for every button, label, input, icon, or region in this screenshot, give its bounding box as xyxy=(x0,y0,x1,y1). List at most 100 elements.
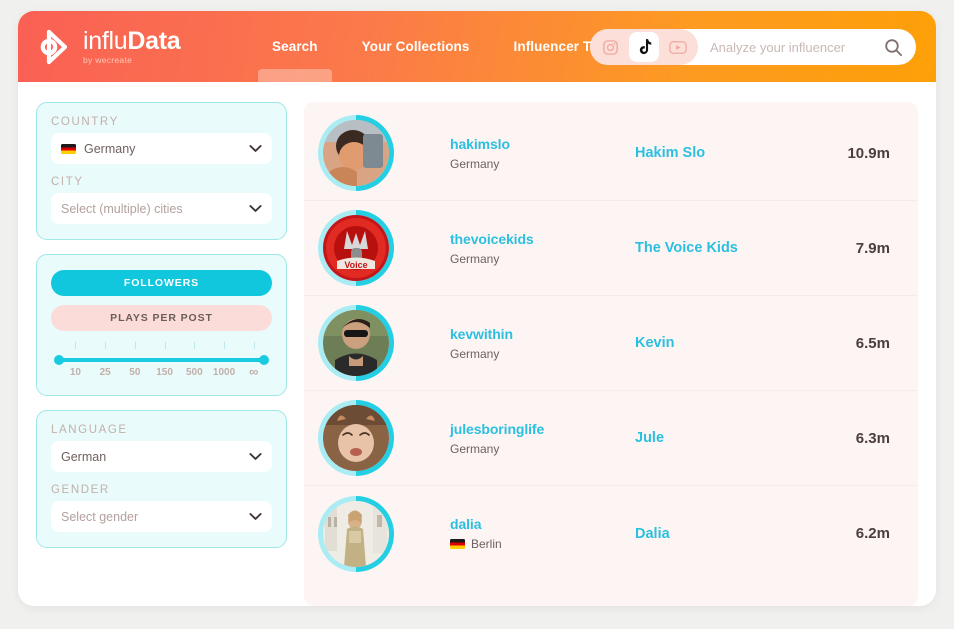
follower-count: 6.5m xyxy=(855,334,890,352)
language-value: German xyxy=(61,449,107,464)
city-label: CITY xyxy=(51,176,84,188)
influencer-identity: kevwithin Germany xyxy=(450,326,635,361)
demographics-filter-card: LANGUAGE German GENDER Select gender xyxy=(36,410,287,548)
germany-flag-icon xyxy=(450,539,465,549)
influencer-handle[interactable]: dalia xyxy=(450,516,635,532)
influencer-identity: julesboringlife Germany xyxy=(450,421,635,456)
city-value: Select (multiple) cities xyxy=(61,201,183,216)
language-select[interactable]: German xyxy=(51,441,272,472)
slider-tick-label: 500 xyxy=(185,367,203,378)
page-body: COUNTRY Germany CITY Select (multiple) c… xyxy=(18,82,936,606)
slider-handle-min[interactable] xyxy=(54,355,64,365)
influencer-handle[interactable]: julesboringlife xyxy=(450,421,635,437)
platform-youtube-button[interactable] xyxy=(663,32,693,62)
tiktok-icon xyxy=(639,39,652,55)
influencer-location: Germany xyxy=(450,442,635,456)
follower-count: 10.9m xyxy=(847,144,890,162)
brand-logo[interactable]: influData by wecreate xyxy=(38,28,216,66)
gender-value: Select gender xyxy=(61,509,139,524)
chevron-down-icon xyxy=(249,204,262,212)
table-row[interactable]: Voice thevoicekids Germany The Voice Kid… xyxy=(304,201,918,296)
gender-label: GENDER xyxy=(51,484,110,496)
influencer-identity: hakimslo Germany xyxy=(450,136,635,171)
filters-sidebar: COUNTRY Germany CITY Select (multiple) c… xyxy=(36,102,287,606)
influencer-identity: dalia Berlin xyxy=(450,516,635,551)
avatar-image xyxy=(323,310,389,376)
avatar[interactable] xyxy=(318,400,394,476)
influencer-display-name-cell: Hakim Slo xyxy=(635,144,835,162)
influencer-handle[interactable]: hakimslo xyxy=(450,136,635,152)
app-window: influData by wecreate Search Your Collec… xyxy=(18,11,936,606)
avatar[interactable]: Voice xyxy=(318,210,394,286)
followers-range-slider[interactable]: 10 25 50 150 500 1000 ∞ xyxy=(51,342,272,381)
search-input[interactable] xyxy=(710,39,878,55)
avatar[interactable] xyxy=(318,305,394,381)
slider-handle-max[interactable] xyxy=(259,355,269,365)
avatar[interactable] xyxy=(318,495,394,572)
follower-count: 6.2m xyxy=(855,525,890,542)
avatar-photo-dalia xyxy=(323,500,389,567)
influencer-location: Germany xyxy=(450,347,635,361)
avatar-photo-hakimslo xyxy=(323,120,389,186)
avatar-image xyxy=(323,405,389,471)
influencer-location: Germany xyxy=(450,157,635,171)
language-label: LANGUAGE xyxy=(51,424,128,436)
location-text: Berlin xyxy=(471,537,502,551)
avatar-photo-kevwithin xyxy=(323,310,389,376)
influencer-display-name-cell: Kevin xyxy=(635,334,835,352)
search-submit-button[interactable] xyxy=(878,32,908,62)
table-row[interactable]: hakimslo Germany Hakim Slo 10.9m xyxy=(304,106,918,201)
avatar-photo-thevoicekids: Voice xyxy=(323,215,389,281)
gender-select[interactable]: Select gender xyxy=(51,501,272,532)
influencer-display-name-cell: The Voice Kids xyxy=(635,239,835,257)
city-select[interactable]: Select (multiple) cities xyxy=(51,193,272,224)
chevron-down-icon xyxy=(249,512,262,520)
platform-selector xyxy=(590,29,698,65)
slider-tick-label: 25 xyxy=(99,367,111,378)
influencer-location: Germany xyxy=(450,252,635,266)
nav-item-your-collections[interactable]: Your Collections xyxy=(348,11,484,82)
platform-tiktok-button[interactable] xyxy=(629,32,659,62)
svg-text:Voice: Voice xyxy=(344,260,367,270)
location-text: Germany xyxy=(450,156,500,171)
influencer-location: Berlin xyxy=(450,537,635,551)
influencer-display-name[interactable]: The Voice Kids xyxy=(635,240,738,256)
avatar-photo-julesboringlife xyxy=(323,405,389,471)
chevron-down-icon xyxy=(249,144,262,152)
location-text: Germany xyxy=(450,251,500,266)
table-row[interactable]: dalia Berlin Dalia 6.2m xyxy=(304,486,918,581)
country-select[interactable]: Germany xyxy=(51,133,272,164)
avatar-image xyxy=(323,120,389,186)
metric-followers-button[interactable]: FOLLOWERS xyxy=(51,270,272,296)
influencer-display-name-cell: Jule xyxy=(635,429,835,447)
app-header: influData by wecreate Search Your Collec… xyxy=(18,11,936,82)
nav-item-search[interactable]: Search xyxy=(258,11,332,82)
table-row[interactable]: julesboringlife Germany Jule 6.3m xyxy=(304,391,918,486)
brand-name: influData xyxy=(83,26,181,55)
influencer-display-name[interactable]: Hakim Slo xyxy=(635,145,705,161)
follower-count: 6.3m xyxy=(855,429,890,447)
slider-track[interactable] xyxy=(54,355,269,365)
metric-plays-per-post-button[interactable]: PLAYS PER POST xyxy=(51,305,272,331)
germany-flag-icon xyxy=(61,143,76,154)
influencer-display-name[interactable]: Kevin xyxy=(635,335,675,351)
influencer-display-name-cell: Dalia xyxy=(635,525,835,543)
country-value: Germany xyxy=(84,141,136,156)
brand-tagline: by wecreate xyxy=(83,54,133,65)
location-text: Germany xyxy=(450,441,500,456)
influencer-display-name[interactable]: Dalia xyxy=(635,526,670,542)
avatar[interactable] xyxy=(318,115,394,191)
search-icon xyxy=(884,38,902,56)
avatar-image xyxy=(323,500,389,567)
influencer-handle[interactable]: thevoicekids xyxy=(450,231,635,247)
search-bar xyxy=(590,29,916,65)
infludata-logo-icon xyxy=(40,29,68,64)
country-label: COUNTRY xyxy=(51,116,119,128)
slider-tick-label: 150 xyxy=(156,367,173,378)
slider-tick-label: 10 xyxy=(69,367,81,378)
influencer-handle[interactable]: kevwithin xyxy=(450,326,635,342)
influencer-display-name[interactable]: Jule xyxy=(635,430,664,446)
table-row[interactable]: kevwithin Germany Kevin 6.5m xyxy=(304,296,918,391)
metric-filter-card: FOLLOWERS PLAYS PER POST 10 25 50 150 50… xyxy=(36,254,287,396)
platform-instagram-button[interactable] xyxy=(595,32,625,62)
